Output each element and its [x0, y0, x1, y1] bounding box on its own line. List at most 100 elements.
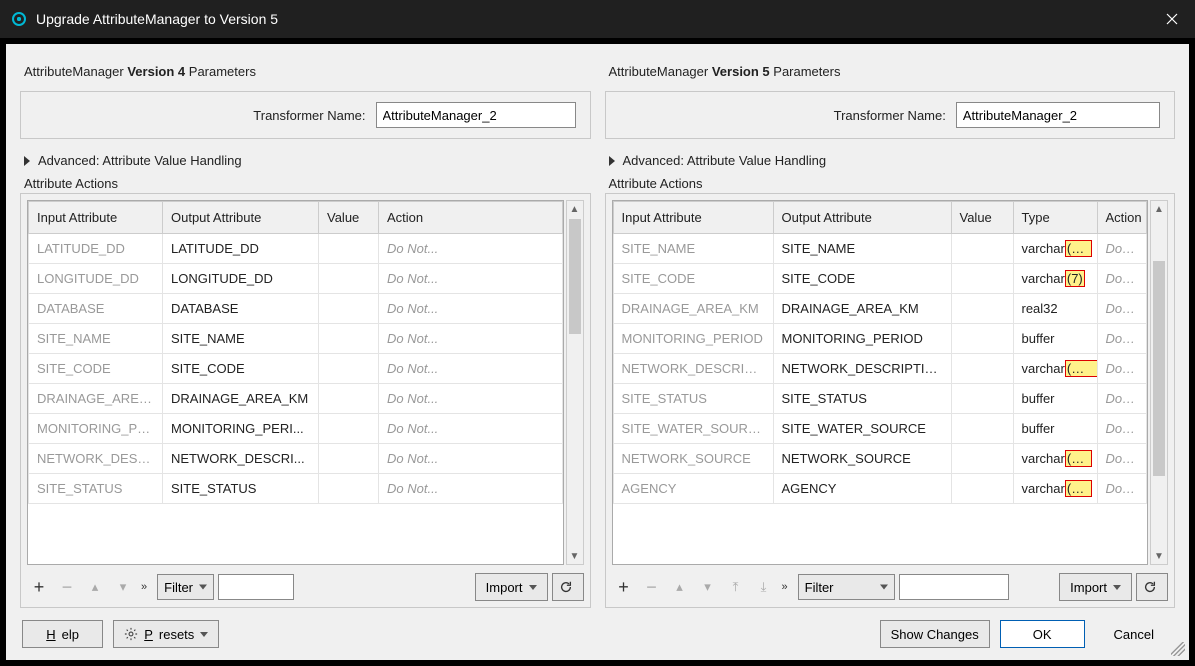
cell-value[interactable] [951, 474, 1013, 504]
presets-button[interactable]: Presets [113, 620, 219, 648]
col-value-left[interactable]: Value [319, 202, 379, 234]
cell-output[interactable]: DATABASE [163, 294, 319, 324]
scroll-up-icon[interactable]: ▲ [1151, 201, 1167, 217]
scrollbar-left[interactable]: ▲ ▼ [566, 200, 584, 565]
cell-action[interactable]: Do Nothi... [1097, 234, 1147, 264]
add-row-button[interactable]: + [27, 574, 51, 600]
cell-output[interactable]: DRAINAGE_AREA_KM [163, 384, 319, 414]
table-row[interactable]: DRAINAGE_AREA_KMDRAINAGE_AREA_KMreal32Do… [613, 294, 1147, 324]
cell-type[interactable]: buffer [1013, 414, 1097, 444]
import-button-left[interactable]: Import [475, 573, 548, 601]
table-row[interactable]: DATABASEDATABASEDo Not... [29, 294, 563, 324]
cell-type[interactable]: varchar(80) [1013, 234, 1097, 264]
cell-value[interactable] [951, 234, 1013, 264]
col-output-left[interactable]: Output Attribute [163, 202, 319, 234]
cell-output[interactable]: SITE_CODE [163, 354, 319, 384]
cell-value[interactable] [951, 414, 1013, 444]
cell-action[interactable]: Do Not... [379, 234, 563, 264]
table-row[interactable]: NETWORK_DESCRIPT...NETWORK_DESCRIPTIONva… [613, 354, 1147, 384]
scroll-up-icon[interactable]: ▲ [567, 201, 583, 217]
table-row[interactable]: MONITORING_PE...MONITORING_PERI... Do Not… [29, 414, 563, 444]
align-top-button[interactable]: ⤒ [724, 574, 748, 600]
cell-input[interactable]: SITE_CODE [613, 264, 773, 294]
cell-input[interactable]: SITE_STATUS [613, 384, 773, 414]
cell-value[interactable] [319, 264, 379, 294]
cell-value[interactable] [319, 444, 379, 474]
cell-value[interactable] [951, 324, 1013, 354]
cell-input[interactable]: MONITORING_PE... [29, 414, 163, 444]
cell-output[interactable]: SITE_STATUS [773, 384, 951, 414]
move-up-button[interactable]: ▴ [668, 574, 692, 600]
cell-action[interactable]: Do Nothi... [1097, 324, 1147, 354]
cell-input[interactable]: NETWORK_DESC... [29, 444, 163, 474]
attribute-table-right[interactable]: Input Attribute Output Attribute Value T… [612, 200, 1149, 565]
refresh-button-right[interactable] [1136, 573, 1168, 601]
cell-output[interactable]: NETWORK_DESCRI... [163, 444, 319, 474]
cell-action[interactable]: Do Not... [379, 474, 563, 504]
cell-output[interactable]: DRAINAGE_AREA_KM [773, 294, 951, 324]
cell-output[interactable]: MONITORING_PERI... [163, 414, 319, 444]
scroll-thumb-left[interactable] [569, 219, 581, 334]
scroll-down-icon[interactable]: ▼ [1151, 548, 1167, 564]
table-row[interactable]: SITE_CODESITE_CODEvarchar(7)Do Nothi... [613, 264, 1147, 294]
scroll-thumb-right[interactable] [1153, 261, 1165, 476]
cancel-button[interactable]: Cancel [1095, 620, 1173, 648]
more-tools-button[interactable]: » [141, 581, 147, 593]
filter-input-left[interactable] [218, 574, 294, 600]
cell-input[interactable]: DATABASE [29, 294, 163, 324]
cell-value[interactable] [319, 294, 379, 324]
resize-grip[interactable] [1171, 642, 1185, 656]
cell-action[interactable]: Do Not... [379, 444, 563, 474]
close-button[interactable] [1149, 0, 1195, 38]
cell-action[interactable]: Do Nothi... [1097, 264, 1147, 294]
cell-value[interactable] [319, 324, 379, 354]
cell-value[interactable] [951, 294, 1013, 324]
col-action-right[interactable]: Action [1097, 202, 1147, 234]
cell-action[interactable]: Do Nothi... [1097, 414, 1147, 444]
show-changes-button[interactable]: Show Changes [880, 620, 990, 648]
cell-input[interactable]: SITE_STATUS [29, 474, 163, 504]
cell-input[interactable]: SITE_NAME [613, 234, 773, 264]
table-row[interactable]: SITE_WATER_SOURCESITE_WATER_SOURCE buffer… [613, 414, 1147, 444]
cell-input[interactable]: LATITUDE_DD [29, 234, 163, 264]
scroll-down-icon[interactable]: ▼ [567, 548, 583, 564]
table-row[interactable]: NETWORK_SOURCENETWORK_SOURCEvarchar(95)D… [613, 444, 1147, 474]
cell-input[interactable]: LONGITUDE_DD [29, 264, 163, 294]
cell-type[interactable]: varchar(969) [1013, 354, 1097, 384]
cell-input[interactable]: SITE_NAME [29, 324, 163, 354]
cell-type[interactable]: buffer [1013, 384, 1097, 414]
move-down-button[interactable]: ▾ [696, 574, 720, 600]
attribute-table-left[interactable]: Input Attribute Output Attribute Value A… [27, 200, 564, 565]
cell-value[interactable] [319, 414, 379, 444]
cell-action[interactable]: Do Not... [379, 264, 563, 294]
cell-input[interactable]: AGENCY [613, 474, 773, 504]
cell-action[interactable]: Do Not... [379, 324, 563, 354]
cell-action[interactable]: Do Nothi... [1097, 474, 1147, 504]
cell-action[interactable]: Do Nothi... [1097, 294, 1147, 324]
cell-action[interactable]: Do Not... [379, 354, 563, 384]
table-row[interactable]: AGENCYAGENCYvarchar(43)Do Nothi... [613, 474, 1147, 504]
remove-row-button[interactable]: − [640, 574, 664, 600]
cell-value[interactable] [319, 384, 379, 414]
more-tools-button[interactable]: » [782, 581, 788, 593]
cell-value[interactable] [319, 354, 379, 384]
remove-row-button[interactable]: − [55, 574, 79, 600]
cell-input[interactable]: SITE_CODE [29, 354, 163, 384]
cell-action[interactable]: Do Nothi... [1097, 384, 1147, 414]
cell-input[interactable]: SITE_WATER_SOURCE [613, 414, 773, 444]
cell-input[interactable]: NETWORK_SOURCE [613, 444, 773, 474]
transformer-name-input-right[interactable] [956, 102, 1160, 128]
table-row[interactable]: DRAINAGE_AREA...DRAINAGE_AREA_KMDo Not..… [29, 384, 563, 414]
cell-action[interactable]: Do Not... [379, 414, 563, 444]
table-row[interactable]: LONGITUDE_DDLONGITUDE_DD Do Not... [29, 264, 563, 294]
transformer-name-input-left[interactable] [376, 102, 576, 128]
ok-button[interactable]: OK [1000, 620, 1085, 648]
cell-output[interactable]: AGENCY [773, 474, 951, 504]
advanced-toggle-right[interactable]: Advanced: Attribute Value Handling [603, 149, 1178, 176]
cell-output[interactable]: SITE_WATER_SOURCE [773, 414, 951, 444]
cell-output[interactable]: NETWORK_SOURCE [773, 444, 951, 474]
table-row[interactable]: LATITUDE_DDLATITUDE_DDDo Not... [29, 234, 563, 264]
cell-value[interactable] [951, 444, 1013, 474]
cell-output[interactable]: SITE_CODE [773, 264, 951, 294]
cell-output[interactable]: LONGITUDE_DD [163, 264, 319, 294]
